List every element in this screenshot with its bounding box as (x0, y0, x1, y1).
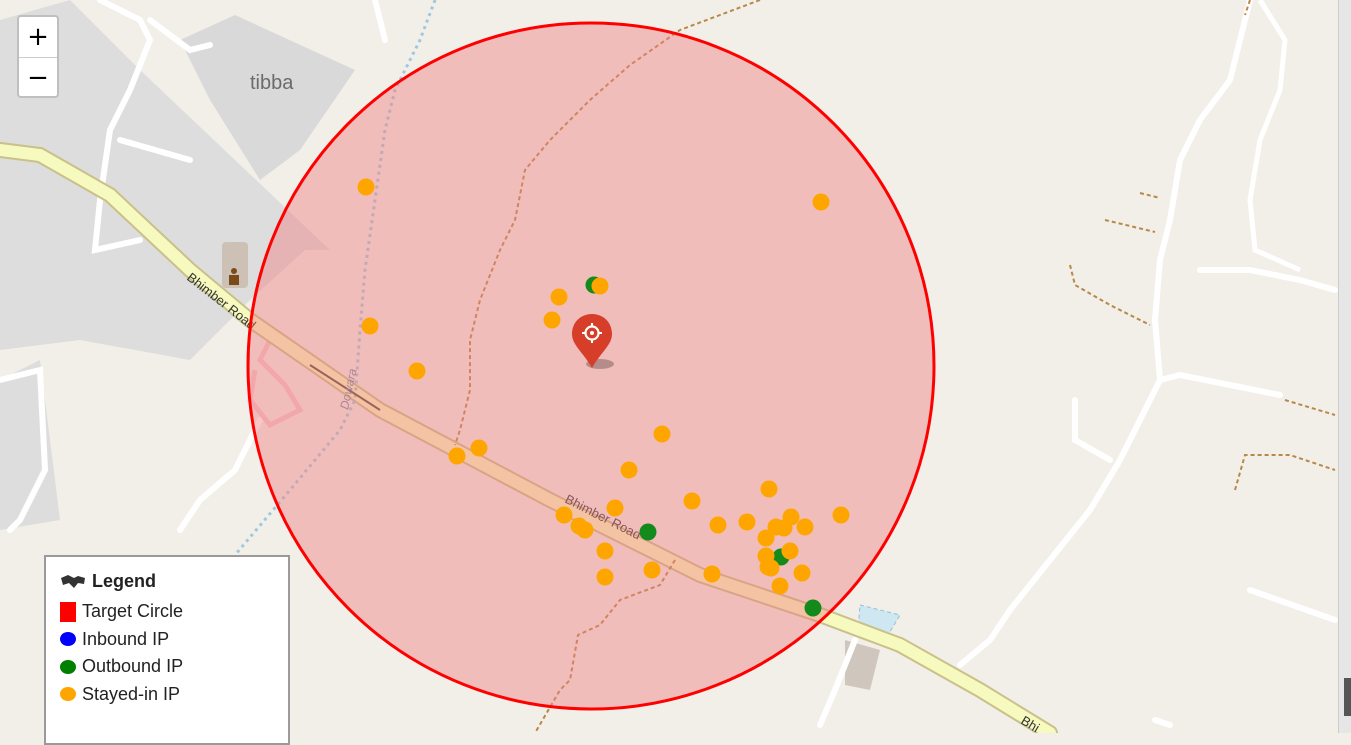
stayed-in-ip-point[interactable] (683, 492, 701, 510)
legend-title: Legend (60, 571, 288, 592)
legend-swatch (60, 632, 76, 647)
stayed-in-ip-point[interactable] (781, 542, 799, 560)
zoom-in-button[interactable]: + (19, 17, 57, 58)
road-label: Bhi (1018, 713, 1042, 733)
legend-item-inbound: Inbound IP (60, 626, 288, 654)
legend: Legend Target Circle Inbound IP Outbound… (44, 555, 290, 745)
stayed-in-ip-point[interactable] (620, 461, 638, 479)
stayed-in-ip-point[interactable] (591, 277, 609, 295)
stayed-in-ip-point[interactable] (643, 561, 661, 579)
legend-item-stayed-in: Stayed-in IP (60, 681, 288, 709)
stayed-in-ip-point[interactable] (832, 506, 850, 524)
legend-label: Inbound IP (82, 628, 170, 649)
stayed-in-ip-point[interactable] (448, 447, 466, 465)
stayed-in-ip-point[interactable] (550, 288, 568, 306)
legend-swatch (60, 659, 76, 674)
outbound-ip-point[interactable] (804, 599, 822, 617)
stayed-in-ip-point[interactable] (596, 568, 614, 586)
legend-item-target-circle: Target Circle (60, 598, 288, 626)
stayed-in-ip-point[interactable] (470, 439, 488, 457)
zoom-out-button[interactable]: − (19, 58, 57, 96)
stayed-in-ip-point[interactable] (606, 499, 624, 517)
stayed-in-ip-point[interactable] (775, 519, 793, 537)
legend-label: Stayed-in IP (82, 683, 181, 704)
stayed-in-ip-point[interactable] (703, 565, 721, 583)
legend-title-text: Legend (92, 571, 157, 591)
map-icon (61, 574, 85, 588)
stayed-in-ip-point[interactable] (762, 559, 780, 577)
stayed-in-ip-point[interactable] (796, 518, 814, 536)
stayed-in-ip-point[interactable] (760, 480, 778, 498)
stayed-in-ip-point[interactable] (709, 516, 727, 534)
stayed-in-ip-point[interactable] (771, 577, 789, 595)
legend-swatch (60, 601, 76, 622)
outbound-ip-point[interactable] (639, 523, 657, 541)
stayed-in-ip-point[interactable] (596, 542, 614, 560)
legend-label: Target Circle (82, 601, 184, 622)
stayed-in-ip-point[interactable] (812, 193, 830, 211)
stayed-in-ip-point[interactable] (361, 317, 379, 335)
scrollbar[interactable] (1338, 0, 1351, 733)
stayed-in-ip-point[interactable] (793, 564, 811, 582)
stayed-in-ip-point[interactable] (543, 311, 561, 329)
stayed-in-ip-point[interactable] (738, 513, 756, 531)
stayed-in-ip-point[interactable] (576, 521, 594, 539)
stayed-in-ip-point[interactable] (653, 425, 671, 443)
zoom-control: + − (17, 15, 59, 98)
stayed-in-ip-point[interactable] (408, 362, 426, 380)
legend-swatch (60, 687, 76, 702)
police-icon (222, 242, 248, 288)
legend-label: Outbound IP (82, 656, 184, 677)
scrollbar-thumb[interactable] (1344, 678, 1351, 716)
stayed-in-ip-point[interactable] (555, 506, 573, 524)
legend-item-outbound: Outbound IP (60, 653, 288, 681)
stayed-in-ip-point[interactable] (757, 529, 775, 547)
stayed-in-ip-point[interactable] (357, 178, 375, 196)
